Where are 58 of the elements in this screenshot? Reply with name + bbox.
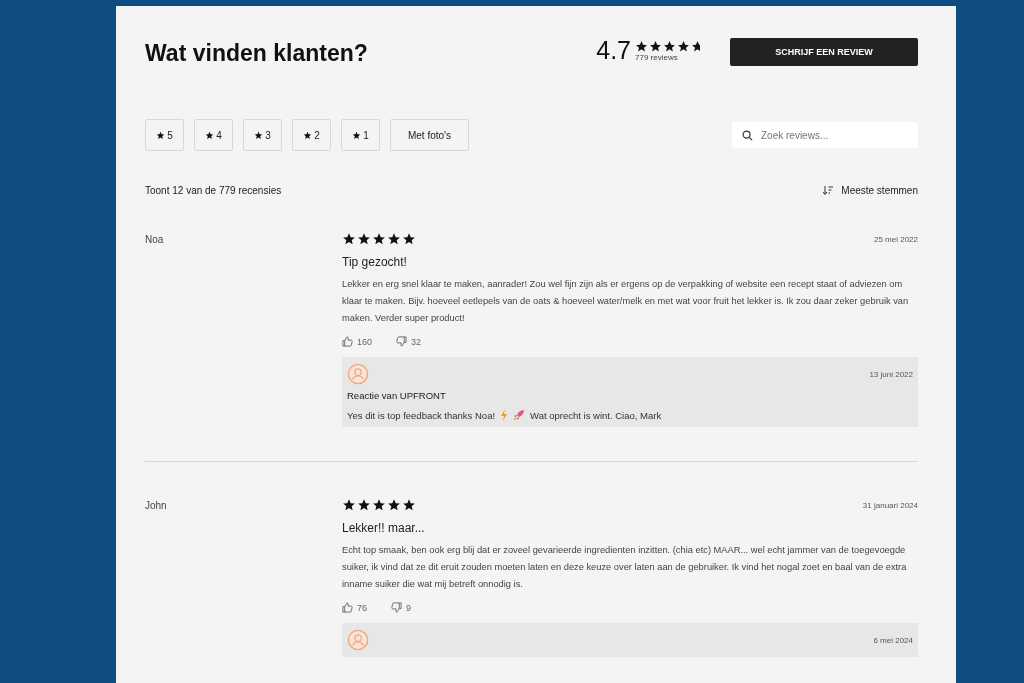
filter-button[interactable]: 3 (243, 119, 282, 151)
reply-text: Wat oprecht is wint. Ciao, Mark (530, 409, 662, 421)
search-field[interactable]: Zoek reviews... (732, 122, 918, 148)
star-icon (677, 39, 690, 53)
reply-date: 6 mei 2024 (873, 635, 913, 645)
star-icon (156, 130, 166, 140)
filter-button[interactable]: Met foto's (390, 119, 469, 151)
review-date: 25 mei 2022 (873, 234, 918, 244)
star-icon (402, 498, 416, 512)
reviewer-name: John (145, 500, 168, 513)
like-button[interactable]: 160 (342, 336, 373, 347)
sort-selector[interactable]: Meeste stemmen (841, 185, 918, 196)
reply-author: Reactie van UPFRONT (347, 390, 447, 401)
star-icon (254, 130, 264, 140)
avatar-icon (347, 629, 369, 651)
star-icon (205, 130, 215, 140)
filter-button[interactable]: 2 (292, 119, 331, 151)
filter-button[interactable]: 1 (341, 119, 380, 151)
lightning-icon (500, 409, 509, 421)
star-icon (372, 498, 386, 512)
review-date: 31 januari 2024 (862, 500, 918, 510)
star-icon (635, 39, 648, 53)
filter-button[interactable]: 4 (194, 119, 233, 151)
write-review-button[interactable]: SCHRIJF EEN REVIEW (730, 38, 918, 66)
star-icon (357, 498, 371, 512)
thumbs-up-icon (342, 602, 353, 613)
star-icon (649, 39, 662, 53)
section-title: Wat vinden klanten? (145, 40, 369, 67)
thumbs-up-icon (342, 336, 353, 347)
review-title: Lekker!! maar... (342, 521, 426, 535)
star-icon (387, 232, 401, 246)
star-icon (372, 232, 386, 246)
review-title: Tip gezocht! (342, 255, 408, 269)
thumbs-down-icon (391, 602, 402, 613)
star-icon (303, 130, 313, 140)
results-summary: Toont 12 van de 779 recensies (145, 185, 282, 196)
thumbs-down-icon (396, 336, 408, 347)
rocket-icon (513, 409, 526, 421)
reply-text: Yes dit is top feedback thanks Noa! (347, 409, 496, 421)
dislike-button[interactable]: 32 (396, 336, 422, 347)
review-count: 779 reviews (635, 52, 679, 62)
star-icon (357, 232, 371, 246)
star-icon (663, 39, 676, 53)
avatar-icon (347, 363, 369, 385)
filter-button[interactable]: 5 (145, 119, 184, 151)
rating-value: 4.7 (596, 36, 631, 65)
star-icon (352, 130, 362, 140)
star-icon (342, 498, 356, 512)
reply-date: 13 juni 2022 (869, 369, 913, 379)
star-icon (387, 498, 401, 512)
star-icon (342, 232, 356, 246)
star-icon (402, 232, 416, 246)
review-text: Lekker en erg snel klaar te maken, aanrader! Zou wel fijn zijn als er ergens op de verpakking of website een recept staat of adviezen om klaar te maken. Bijv. hoeveel eetlepels van de oats & hoeveel water/melk en met wat voor fruit het lekker is. Ik zou daar zeker gebruik van maken. Verder super product! (342, 278, 910, 325)
reviewer-name: Noa (145, 234, 165, 247)
sort-icon (823, 186, 834, 195)
dislike-button[interactable]: 9 (391, 602, 412, 613)
review-text: Echt top smaak, ben ook erg blij dat er zoveel gevarieerde ingredienten inzitten. (chia etc) MAAR... wel echt jammer van de toegevoegde suiker, ik vind dat ze dit eruit zouden moeten laten en deze keuze over laten aan de gebruiker. Ik vind het nogal zoet en baal van de extra inname suiker die wat mij betreft onnodig is. (342, 544, 908, 591)
like-button[interactable]: 76 (342, 602, 367, 613)
